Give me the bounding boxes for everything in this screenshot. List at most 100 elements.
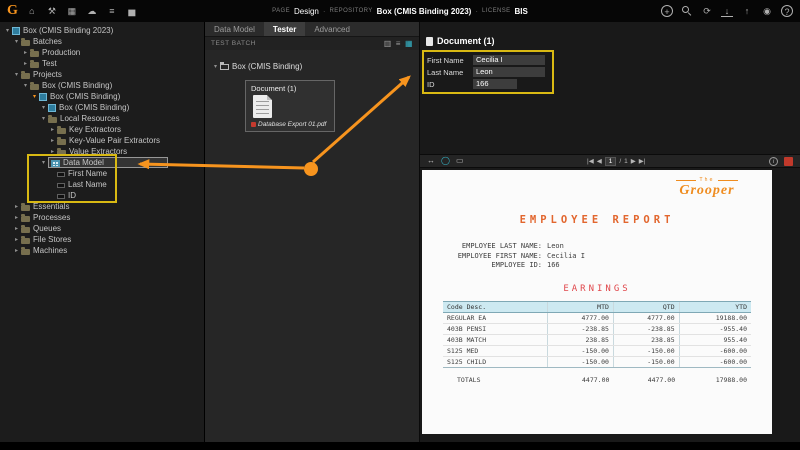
page-value[interactable]: Design [294, 7, 319, 16]
viewer-toolbar: ↔ ◯ ▭ |◀ ◀ 1 / 1 ▶ ▶| i [420, 154, 800, 168]
tree-item-file-stores[interactable]: ▸ File Stores [0, 234, 204, 245]
expand-icon[interactable]: ▸ [12, 225, 21, 232]
earnings-row-403b-match: 403B MATCH 238.85 238.85 955.40 [443, 334, 751, 346]
tree-item-key-value-pair-extractors[interactable]: ▸ Key-Value Pair Extractors [0, 135, 204, 146]
collapse-icon[interactable]: ▾ [211, 63, 220, 70]
add-icon[interactable]: + [661, 5, 673, 17]
collapse-icon[interactable]: ▾ [39, 104, 48, 111]
tree-item-label: Value Extractors [69, 147, 128, 156]
export-icon[interactable] [783, 156, 793, 166]
tree-view-icon[interactable]: ▥ [384, 39, 392, 49]
info-icon[interactable]: i [768, 156, 778, 166]
earnings-title: EARNINGS [563, 283, 631, 294]
index-field-label: Last Name [427, 67, 464, 77]
stats-icon[interactable]: ▅ [126, 5, 138, 17]
folder-icon [57, 136, 66, 145]
expand-icon[interactable]: ▸ [48, 137, 57, 144]
search-icon[interactable] [681, 5, 693, 17]
tab-tester[interactable]: Tester [263, 22, 306, 36]
index-field-input-last-name[interactable]: Leon [473, 67, 545, 77]
topbar-left-icons: ⌂ ⚒ ▦ ☁ ≡ ▅ [26, 5, 138, 17]
help-icon[interactable]: ? [781, 5, 793, 17]
expand-icon[interactable]: ▸ [21, 49, 30, 56]
collapse-icon[interactable]: ▾ [21, 82, 30, 89]
bottom-bar [0, 442, 800, 450]
earnings-cell: 4777.00 [612, 312, 680, 324]
expand-icon[interactable]: ▸ [21, 60, 30, 67]
tree-item-id[interactable]: ID [0, 190, 204, 201]
tree-item-production[interactable]: ▸ Production [0, 47, 204, 58]
last-page-icon[interactable]: ▶| [639, 157, 646, 165]
list-view-icon[interactable]: ≡ [396, 39, 401, 49]
layout-icon[interactable]: ▭ [456, 156, 464, 166]
cloud-icon[interactable]: ☁ [86, 5, 98, 17]
tree-item-box-cmis-binding[interactable]: ▾ Box (CMIS Binding) [0, 80, 204, 91]
tree-item-last-name[interactable]: Last Name [0, 179, 204, 190]
expand-icon[interactable]: ▸ [48, 126, 57, 133]
batches-icon[interactable]: ▦ [66, 5, 78, 17]
collapse-icon[interactable]: ▾ [3, 27, 12, 34]
earnings-cell: -238.85 [612, 323, 680, 335]
expand-icon[interactable]: ▸ [48, 148, 57, 155]
report-field-value: Leon [547, 242, 564, 250]
first-page-icon[interactable]: |◀ [587, 157, 594, 165]
folder-icon [48, 114, 57, 123]
index-field-label: ID [427, 79, 435, 89]
infrastructure-icon[interactable]: ≡ [106, 5, 118, 17]
tab-advanced[interactable]: Advanced [305, 22, 359, 36]
repository-value[interactable]: Box (CMIS Binding 2023) [377, 7, 472, 16]
tree-item-local-resources[interactable]: ▾ Local Resources [0, 113, 204, 124]
document-viewer[interactable]: The Grooper EMPLOYEE REPORT EMPLOYEE LAS… [422, 170, 772, 434]
page-number-input[interactable]: 1 [604, 156, 617, 166]
tree-item-value-extractors[interactable]: ▸ Value Extractors [0, 146, 204, 157]
tree-item-machines[interactable]: ▸ Machines [0, 245, 204, 256]
tree-item-queues[interactable]: ▸ Queues [0, 223, 204, 234]
report-field-value: Cecilia I [547, 251, 585, 260]
download-icon[interactable]: ↓ [721, 5, 733, 17]
tree-item-processes[interactable]: ▸ Processes [0, 212, 204, 223]
collapse-icon[interactable]: ▾ [12, 38, 21, 45]
tree-item-box-cmis-binding-2023[interactable]: ▾ Box (CMIS Binding 2023) [0, 25, 204, 36]
index-field-input-id[interactable]: 166 [473, 79, 517, 89]
collapse-icon[interactable]: ▾ [39, 115, 48, 122]
collapse-icon[interactable]: ▾ [12, 71, 21, 78]
index-field-row-id: ID 166 [427, 78, 549, 90]
collapse-icon[interactable]: ▾ [39, 159, 48, 166]
collapse-icon[interactable]: ▾ [30, 93, 39, 100]
document-icon [253, 95, 272, 118]
home-icon[interactable]: ⌂ [26, 5, 38, 17]
tree-item-label: Batches [33, 37, 62, 46]
tree-item-box-cmis-binding[interactable]: ▾ Box (CMIS Binding) [0, 91, 204, 102]
batch-root-folder[interactable]: ▾ Box (CMIS Binding) [211, 60, 419, 72]
fit-width-icon[interactable]: ↔ [427, 156, 435, 166]
tree-item-projects[interactable]: ▾ Projects [0, 69, 204, 80]
index-field-input-first-name[interactable]: Cecilia I [473, 55, 545, 65]
tree-item-first-name[interactable]: First Name [0, 168, 204, 179]
tree-item-data-model[interactable]: ▾ Data Model [0, 157, 204, 168]
select-region-icon[interactable]: ◯ [441, 156, 450, 166]
expand-icon[interactable]: ▸ [12, 203, 21, 210]
tree-item-test[interactable]: ▸ Test [0, 58, 204, 69]
tools-icon[interactable]: ⚒ [46, 5, 58, 17]
earnings-totals-row: TOTALS 4477.00 4477.00 17988.00 [443, 367, 751, 385]
tree-item-batches[interactable]: ▾ Batches [0, 36, 204, 47]
tree-item-label: Processes [33, 213, 71, 222]
next-page-icon[interactable]: ▶ [631, 157, 636, 165]
refresh-icon[interactable]: ⟳ [701, 5, 713, 17]
upload-icon[interactable]: ↑ [741, 5, 753, 17]
document-panel: Document (1) First Name Cecilia I Last Nam… [420, 22, 800, 442]
page-label: PAGE [272, 8, 290, 14]
thumbnail-view-icon[interactable]: ▦ [405, 39, 413, 49]
user-icon[interactable]: ◉ [761, 5, 773, 17]
expand-icon[interactable]: ▸ [12, 236, 21, 243]
grooper-logo[interactable]: G [7, 3, 18, 19]
expand-icon[interactable]: ▸ [12, 214, 21, 221]
previous-page-icon[interactable]: ◀ [597, 157, 602, 165]
grooper-document-logo: The Grooper [676, 177, 738, 199]
tab-data-model[interactable]: Data Model [205, 22, 264, 36]
tree-item-box-cmis-binding[interactable]: ▾ Box (CMIS Binding) [0, 102, 204, 113]
tree-item-key-extractors[interactable]: ▸ Key Extractors [0, 124, 204, 135]
expand-icon[interactable]: ▸ [12, 247, 21, 254]
tree-item-essentials[interactable]: ▸ Essentials [0, 201, 204, 212]
document-card[interactable]: Document (1) Database Export 01.pdf [245, 80, 335, 132]
